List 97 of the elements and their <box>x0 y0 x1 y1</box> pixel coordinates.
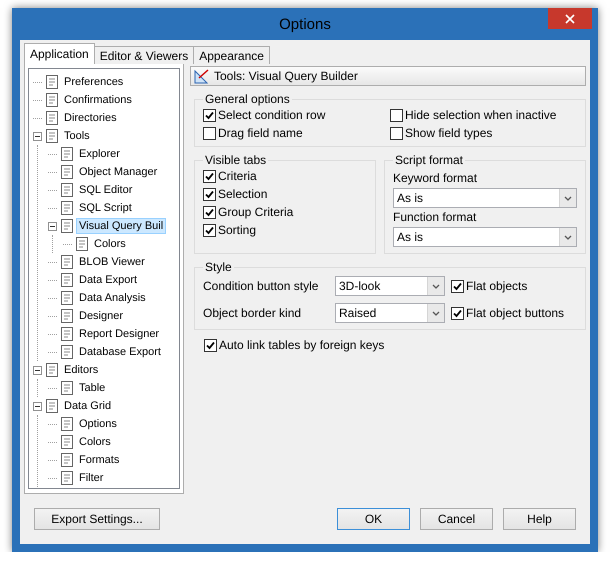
dropdown[interactable]: As is <box>393 227 577 247</box>
dropdown[interactable]: As is <box>393 188 577 208</box>
group-title: Visible tabs <box>204 153 268 167</box>
document-icon <box>59 452 75 468</box>
field-label: Keyword format <box>393 171 478 185</box>
document-icon <box>59 344 75 360</box>
checkbox[interactable]: Flat objects <box>451 279 577 293</box>
document-icon <box>59 380 75 396</box>
checkbox[interactable]: Show field types <box>390 126 577 140</box>
checkmark-icon <box>453 308 462 318</box>
group-title: Style <box>204 260 233 274</box>
document-icon <box>59 470 75 486</box>
caret-icon <box>564 234 572 240</box>
minus-icon <box>50 224 55 228</box>
caret-icon <box>432 284 440 288</box>
tree-item[interactable]: Options <box>76 416 120 432</box>
collapse-toggle[interactable] <box>48 222 57 230</box>
group-title: Script format <box>394 153 464 167</box>
tree-item[interactable]: Confirmations <box>61 92 135 108</box>
collapse-toggle[interactable] <box>33 132 42 140</box>
document-icon <box>44 128 60 144</box>
document-icon <box>59 146 75 162</box>
group-title: General options <box>204 92 291 106</box>
tree-item[interactable]: Preferences <box>61 74 126 90</box>
checkmark-icon <box>453 282 462 290</box>
document-icon <box>59 434 75 450</box>
tree-item[interactable]: Tools <box>61 128 93 144</box>
checkbox[interactable]: Sorting <box>203 223 367 237</box>
document-icon <box>59 200 75 216</box>
panel-title: Tools: Visual Query Builder <box>214 69 358 83</box>
tree-item[interactable]: Table <box>76 380 108 396</box>
document-icon <box>44 398 60 414</box>
tab[interactable]: Application <box>24 43 95 64</box>
checkbox[interactable]: Hide selection when inactive <box>390 108 577 122</box>
document-icon <box>59 182 75 198</box>
tree-item[interactable]: Colors <box>91 236 129 252</box>
checkmark-icon <box>206 340 215 350</box>
document-icon <box>59 416 75 432</box>
tree-item[interactable]: Colors <box>76 434 114 450</box>
tree-item[interactable]: Database Export <box>76 344 164 360</box>
tree-item[interactable]: Object Manager <box>76 164 160 180</box>
document-icon <box>59 164 75 180</box>
close-icon <box>565 14 575 24</box>
tree-item[interactable]: Data Export <box>76 272 140 288</box>
document-icon <box>44 74 60 90</box>
document-icon <box>44 92 60 108</box>
dialog-button[interactable]: OK <box>337 508 410 530</box>
minus-icon <box>35 404 40 408</box>
document-icon <box>74 236 90 252</box>
checkbox[interactable]: Flat object buttons <box>451 306 577 320</box>
tree-item[interactable]: Data Grid <box>61 398 114 414</box>
checkbox[interactable]: Drag field name <box>203 126 390 140</box>
tree-item[interactable]: Data Analysis <box>76 290 149 306</box>
export-settings-button[interactable]: Export Settings... <box>34 508 160 530</box>
checkbox[interactable]: Group Criteria <box>203 205 367 219</box>
field-label: Condition button style <box>203 279 320 293</box>
tree-item[interactable]: Visual Query Buil <box>76 218 166 234</box>
close-button[interactable] <box>548 8 592 29</box>
checkbox[interactable]: Selection <box>203 187 367 201</box>
ruler-icon <box>194 68 210 84</box>
tree-item[interactable]: Explorer <box>76 146 123 162</box>
tab[interactable]: Appearance <box>193 46 270 64</box>
field-label: Function format <box>393 210 478 224</box>
document-icon <box>59 326 75 342</box>
collapse-toggle[interactable] <box>33 402 42 410</box>
tree-item[interactable]: SQL Script <box>76 200 135 216</box>
tree-item[interactable]: BLOB Viewer <box>76 254 148 270</box>
caret-icon <box>432 310 440 316</box>
tree-item[interactable]: Directories <box>61 110 120 126</box>
document-icon <box>59 290 75 306</box>
checkmark-icon <box>205 110 214 120</box>
dropdown[interactable]: 3D-look <box>335 276 445 296</box>
tree-item[interactable]: Filter <box>76 470 106 486</box>
document-icon <box>59 218 75 234</box>
tree-item[interactable]: SQL Editor <box>76 182 136 198</box>
document-icon <box>44 362 60 378</box>
minus-icon <box>35 368 40 372</box>
caret-icon <box>564 196 572 200</box>
dropdown[interactable]: Raised <box>335 303 445 323</box>
tab[interactable]: Editor & Viewers <box>94 46 194 64</box>
document-icon <box>59 272 75 288</box>
checkbox[interactable]: Auto link tables by foreign keys <box>204 338 586 352</box>
tree-item[interactable]: Formats <box>76 452 122 468</box>
tree-item[interactable]: Designer <box>76 308 126 324</box>
checkbox[interactable]: Criteria <box>203 169 367 183</box>
dialog-button[interactable]: Help <box>503 508 576 530</box>
dialog-button[interactable]: Cancel <box>420 508 493 530</box>
tree-item[interactable]: Editors <box>61 362 102 378</box>
checkbox[interactable]: Select condition row <box>203 108 390 122</box>
window-title: Options <box>279 16 331 32</box>
document-icon <box>44 110 60 126</box>
collapse-toggle[interactable] <box>33 366 42 374</box>
tree-item[interactable]: Report Designer <box>76 326 162 342</box>
document-icon <box>59 308 75 324</box>
field-label: Object border kind <box>203 306 302 320</box>
document-icon <box>59 254 75 270</box>
minus-icon <box>35 134 40 138</box>
